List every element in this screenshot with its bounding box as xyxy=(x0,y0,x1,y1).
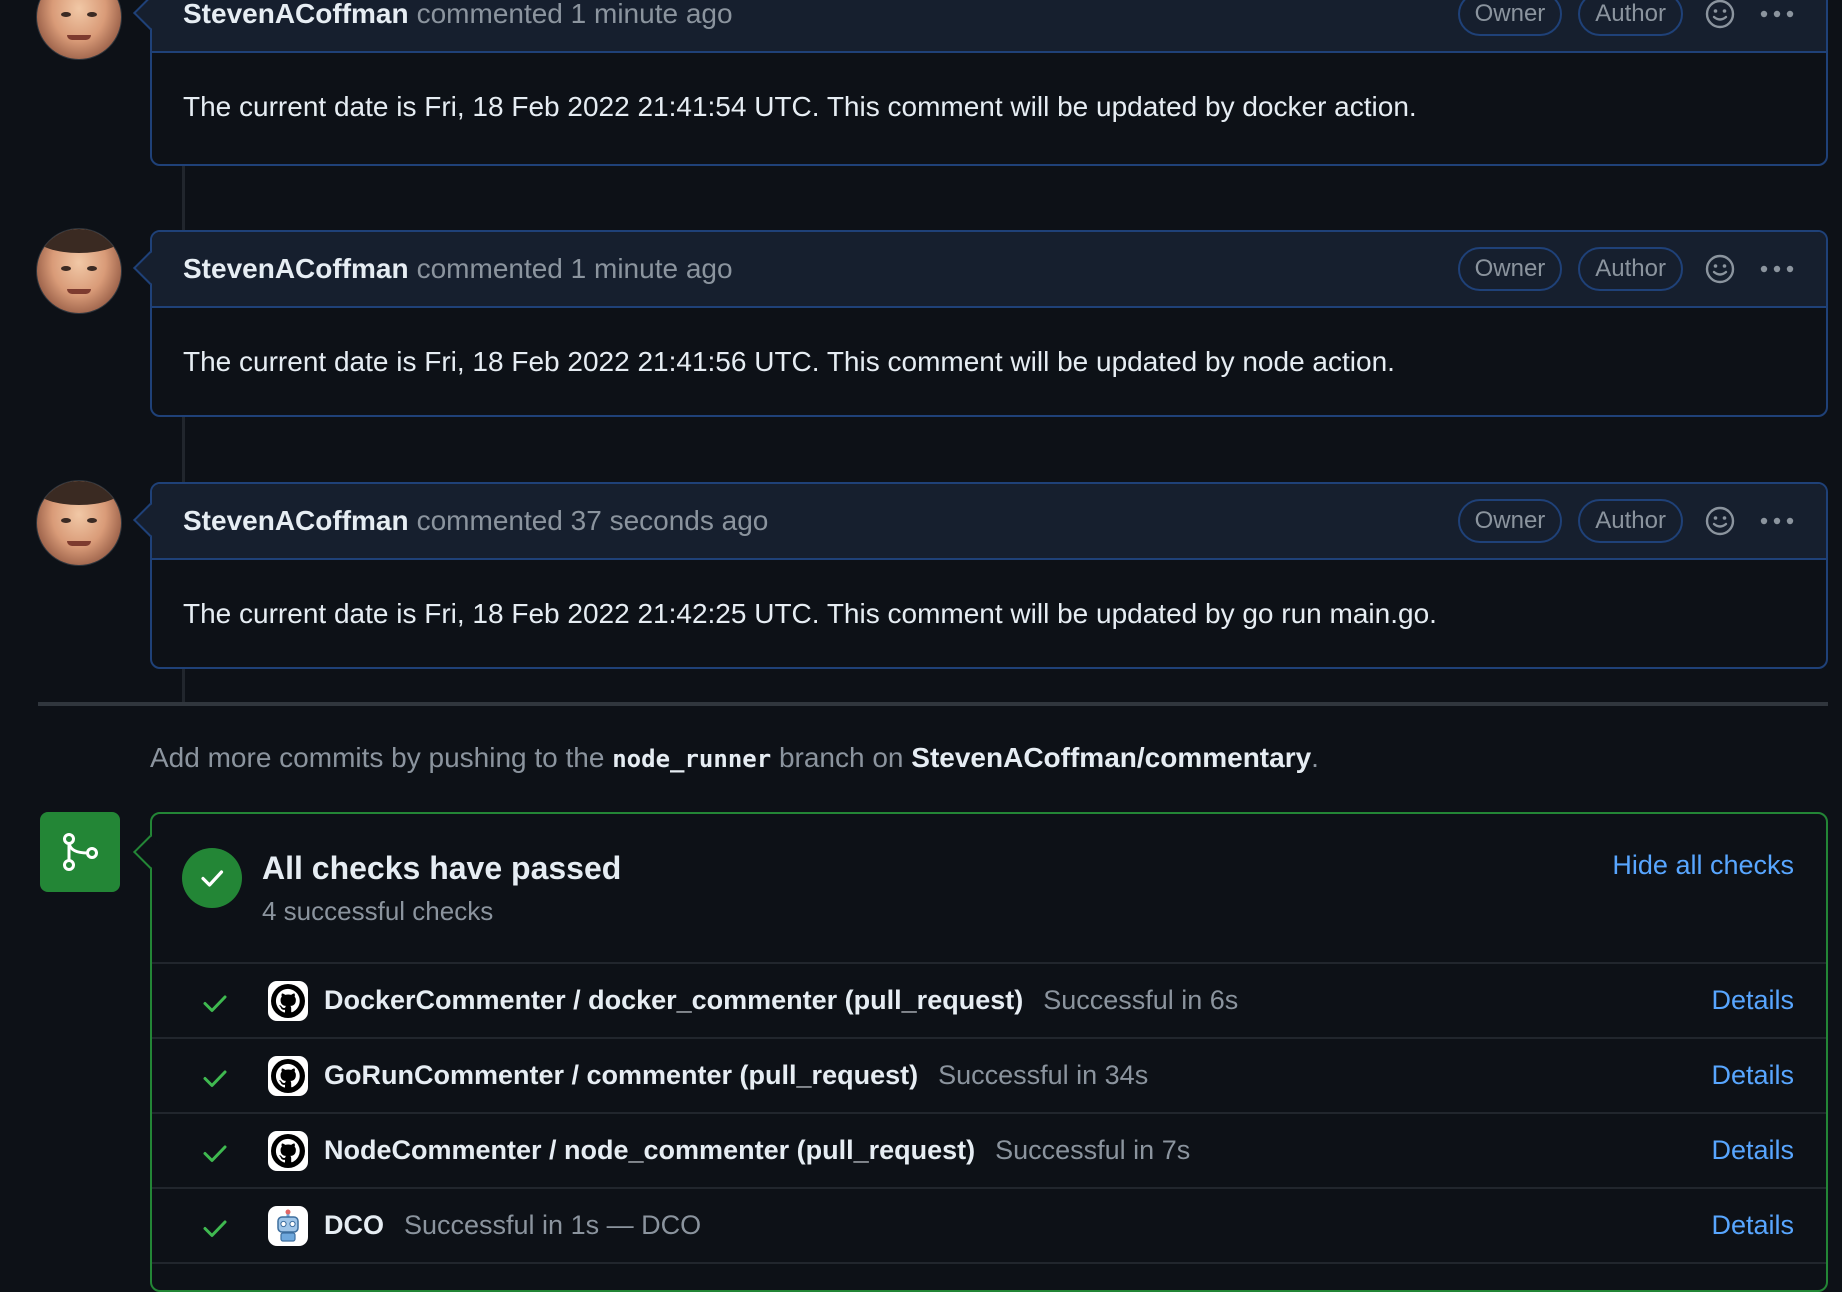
timeline-comment: StevenACoffman commented 1 minute ago Ow… xyxy=(150,0,1828,166)
details-link[interactable]: Details xyxy=(1711,1135,1794,1166)
timeline-divider xyxy=(38,702,1828,706)
kebab-menu-icon[interactable] xyxy=(1759,516,1795,526)
owner-badge: Owner xyxy=(1457,247,1563,291)
timeline-connector xyxy=(182,165,185,230)
github-icon xyxy=(268,1056,308,1096)
owner-badge: Owner xyxy=(1457,499,1563,543)
avatar[interactable] xyxy=(36,228,122,314)
check-name: GoRunCommenter / commenter (pull_request… xyxy=(324,1060,919,1090)
details-link[interactable]: Details xyxy=(1711,985,1794,1016)
comment-timestamp[interactable]: commented 37 seconds ago xyxy=(417,505,769,537)
author-badge: Author xyxy=(1578,0,1683,36)
comment-author[interactable]: StevenACoffman xyxy=(183,253,409,285)
branch-name: node_runner xyxy=(612,745,772,773)
timeline-comment: StevenACoffman commented 1 minute ago Ow… xyxy=(150,230,1828,417)
check-success-icon xyxy=(203,995,227,1012)
avatar[interactable] xyxy=(36,0,122,60)
comment-author[interactable]: StevenACoffman xyxy=(183,0,409,30)
details-link[interactable]: Details xyxy=(1711,1210,1794,1241)
check-row: DockerCommenter / docker_commenter (pull… xyxy=(152,964,1826,1039)
details-link[interactable]: Details xyxy=(1711,1060,1794,1091)
avatar[interactable] xyxy=(36,480,122,566)
author-badge: Author xyxy=(1578,499,1683,543)
author-badge: Author xyxy=(1578,247,1683,291)
comment-author[interactable]: StevenACoffman xyxy=(183,505,409,537)
hide-all-checks-link[interactable]: Hide all checks xyxy=(1612,850,1794,881)
check-status: Successful in 34s xyxy=(938,1060,1149,1090)
check-row: DCO Successful in 1s — DCO Details xyxy=(152,1189,1826,1264)
check-success-icon xyxy=(203,1220,227,1237)
git-merge-icon xyxy=(40,812,120,892)
checks-passed-icon xyxy=(182,848,242,908)
comment-body: The current date is Fri, 18 Feb 2022 21:… xyxy=(183,346,1395,377)
kebab-menu-icon[interactable] xyxy=(1759,264,1795,274)
comment-body: The current date is Fri, 18 Feb 2022 21:… xyxy=(183,91,1417,122)
check-status: Successful in 7s xyxy=(995,1135,1191,1165)
push-note-prefix: Add more commits by pushing to the xyxy=(150,742,613,773)
check-name: DCO xyxy=(324,1210,384,1240)
owner-badge: Owner xyxy=(1457,0,1563,36)
check-success-icon xyxy=(203,1145,227,1162)
github-icon xyxy=(268,1131,308,1171)
checks-title: All checks have passed xyxy=(262,850,622,886)
comment-timestamp[interactable]: commented 1 minute ago xyxy=(417,0,733,30)
add-reaction-icon[interactable] xyxy=(1705,506,1735,536)
check-name: DockerCommenter / docker_commenter (pull… xyxy=(324,985,1024,1015)
timeline-connector xyxy=(182,668,185,704)
comment-header: StevenACoffman commented 37 seconds ago … xyxy=(152,484,1826,560)
comment-body: The current date is Fri, 18 Feb 2022 21:… xyxy=(183,598,1437,629)
check-row: GoRunCommenter / commenter (pull_request… xyxy=(152,1039,1826,1114)
checks-header: All checks have passed 4 successful chec… xyxy=(152,814,1826,964)
kebab-menu-icon[interactable] xyxy=(1759,9,1795,19)
push-commits-note: Add more commits by pushing to the node_… xyxy=(150,742,1319,774)
checks-subtitle: 4 successful checks xyxy=(262,896,494,926)
github-icon xyxy=(268,981,308,1021)
comment-header: StevenACoffman commented 1 minute ago Ow… xyxy=(152,232,1826,308)
merge-checks-box: All checks have passed 4 successful chec… xyxy=(150,812,1828,1292)
add-reaction-icon[interactable] xyxy=(1705,254,1735,284)
check-status: Successful in 6s xyxy=(1043,985,1239,1015)
comment-timestamp[interactable]: commented 1 minute ago xyxy=(417,253,733,285)
comment-header: StevenACoffman commented 1 minute ago Ow… xyxy=(152,0,1826,53)
add-reaction-icon[interactable] xyxy=(1705,0,1735,29)
dco-robot-icon xyxy=(268,1206,308,1246)
timeline-comment: StevenACoffman commented 37 seconds ago … xyxy=(150,482,1828,669)
check-success-icon xyxy=(203,1070,227,1087)
push-note-middle: branch on xyxy=(771,742,912,773)
check-status: Successful in 1s — DCO xyxy=(404,1210,702,1240)
check-row: NodeCommenter / node_commenter (pull_req… xyxy=(152,1114,1826,1189)
repo-link[interactable]: StevenACoffman/commentary xyxy=(911,742,1311,773)
check-name: NodeCommenter / node_commenter (pull_req… xyxy=(324,1135,976,1165)
push-note-suffix: . xyxy=(1311,742,1319,773)
timeline-connector xyxy=(182,416,185,483)
